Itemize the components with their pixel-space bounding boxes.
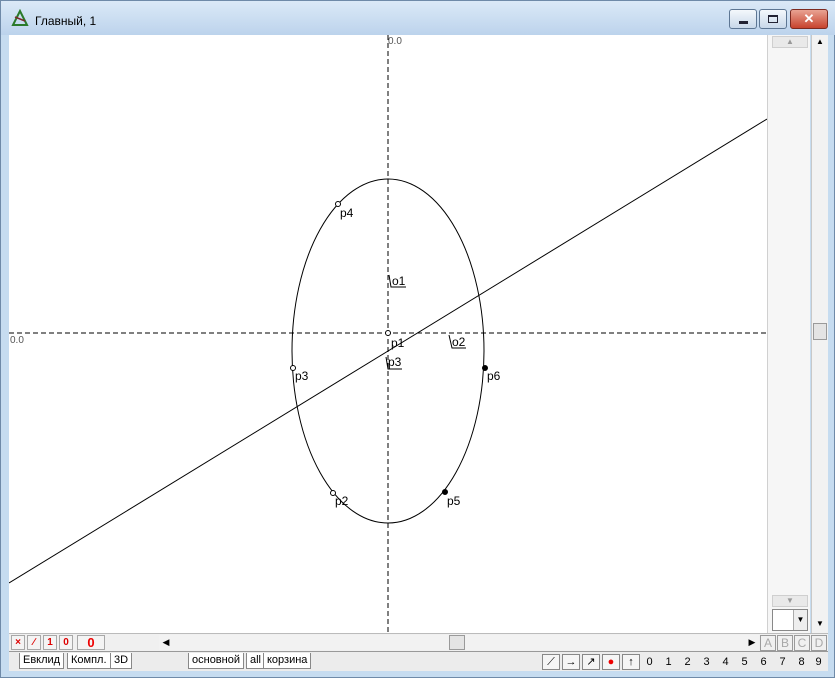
arrow-right-button[interactable]: → [562,654,580,670]
one-button[interactable]: 1 [43,635,57,650]
red-point-button[interactable]: ● [602,654,620,670]
close-icon: ✕ [803,11,815,26]
arrow-up-icon: ↑ [628,656,634,668]
status-bar: × ∕ 1 0 0 ◀ ▶ A B C D [9,633,828,651]
tab-layer-main[interactable]: основной [188,653,244,669]
app-icon [11,9,29,26]
label-p1: p1 [391,336,405,350]
minimize-button[interactable] [729,9,757,29]
number-1[interactable]: 1 [659,655,678,670]
marker-o1[interactable]: o1 [388,274,406,288]
red-point-icon: ● [607,656,615,668]
arrow-up-button[interactable]: ↑ [622,654,640,670]
scroll-left-icon[interactable]: ◀ [159,635,173,650]
button-c[interactable]: C [794,635,810,651]
maximize-icon [768,15,778,23]
point-p1[interactable] [385,330,391,336]
horizontal-scrollbar[interactable]: ◀ ▶ [159,635,759,650]
line-button[interactable]: ∕ [27,635,41,650]
zero-button[interactable]: 0 [59,635,73,650]
counter-display: 0 [77,635,105,650]
side-down-button[interactable]: ▼ [772,595,808,607]
segment-tool-button[interactable]: ⟋ [542,654,560,670]
number-0[interactable]: 0 [640,655,659,670]
number-7[interactable]: 7 [773,655,792,670]
window-title: Главный, 1 [35,14,97,28]
scroll-right-icon[interactable]: ▶ [745,635,759,650]
button-d[interactable]: D [811,635,827,651]
chevron-down-icon: ▼ [793,610,807,630]
arrow-right-icon: → [565,656,577,668]
diagonal-arrow-button[interactable]: ↗ [582,654,600,670]
marker-o2[interactable]: o2 [448,334,466,349]
y-axis-label: 0.0 [388,36,402,47]
side-panel: ▲ ▼ ▼ [767,35,810,633]
number-2[interactable]: 2 [678,655,697,670]
number-5[interactable]: 5 [735,655,754,670]
scroll-down-icon[interactable]: ▼ [813,617,827,631]
label-p4: p4 [340,206,354,220]
label-o2: o2 [452,335,466,349]
diagonal-arrow-icon: ↗ [586,656,596,668]
tab-euclid[interactable]: Евклид [19,653,65,669]
vertical-scrollbar[interactable]: ▲ ▼ [811,35,828,633]
tab-bar: Евклид Компл. 3D основной all корзина ⟋ … [9,651,828,671]
tab-3d[interactable]: 3D [110,653,133,669]
drawing-canvas[interactable]: 0.0 0.0 p1 p2 p3 p4 p5 p6 o1 o2 p3 [9,35,767,633]
horizontal-scroll-thumb[interactable] [449,635,465,650]
geometry-drawing[interactable]: 0.0 0.0 p1 p2 p3 p4 p5 p6 o1 o2 p3 [9,35,767,633]
number-6[interactable]: 6 [754,655,773,670]
side-dropdown[interactable]: ▼ [772,609,808,631]
label-p5: p5 [447,494,461,508]
button-a[interactable]: A [760,635,776,651]
minimize-icon [738,20,748,24]
button-b[interactable]: B [777,635,793,651]
number-9[interactable]: 9 [809,655,828,670]
segment-tool-icon: ⟋ [547,656,555,668]
close-button[interactable]: ✕ [790,9,828,29]
label-p6: p6 [487,369,501,383]
side-up-button[interactable]: ▲ [772,36,808,48]
maximize-button[interactable] [759,9,787,29]
scroll-up-icon[interactable]: ▲ [813,35,827,49]
tab-layer-trash[interactable]: корзина [263,653,312,669]
label-o1: o1 [392,274,406,288]
vertical-scroll-thumb[interactable] [813,323,827,340]
number-3[interactable]: 3 [697,655,716,670]
label-p3: p3 [295,369,309,383]
label-p3-flag: p3 [388,355,402,369]
marker-p3-flag[interactable]: p3 [385,355,402,370]
label-p2: p2 [335,494,349,508]
title-bar[interactable]: Главный, 1 ✕ [1,1,835,35]
x-axis-label: 0.0 [10,335,24,346]
number-4[interactable]: 4 [716,655,735,670]
tab-complex[interactable]: Компл. [67,653,111,669]
delete-button[interactable]: × [11,635,25,650]
main-window: Главный, 1 ✕ 0.0 0.0 p1 p2 p3 p4 p5 p6 o… [0,0,835,678]
